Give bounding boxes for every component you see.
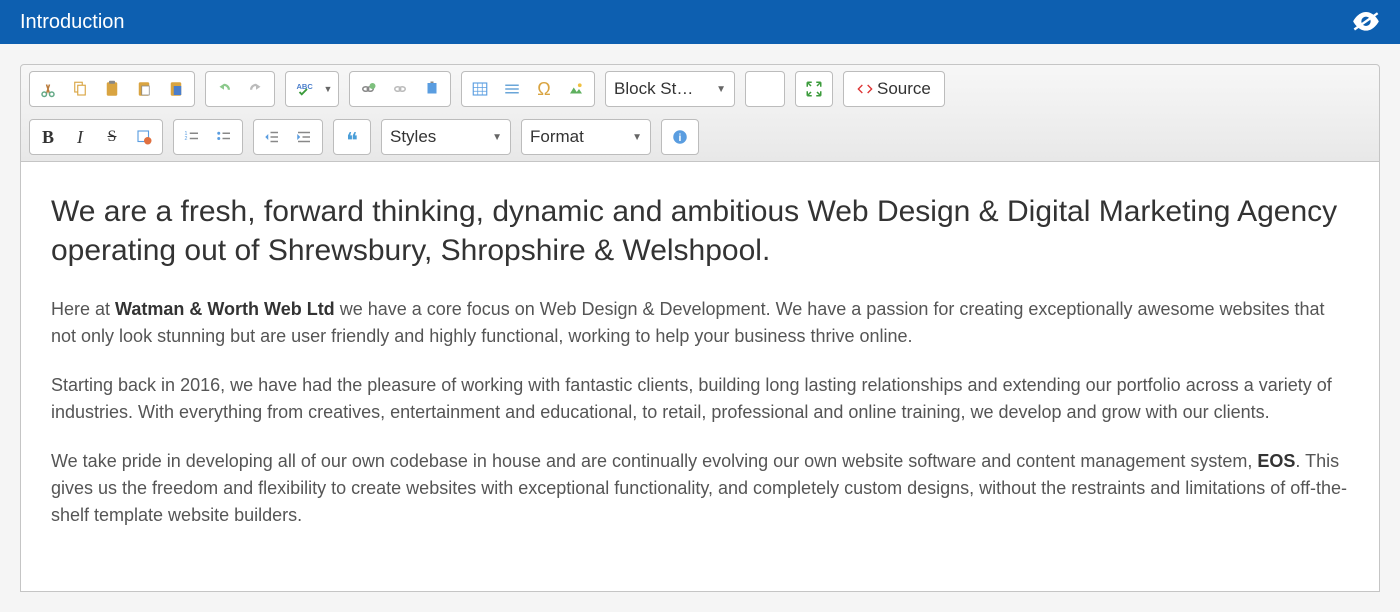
unlink-button[interactable]: [385, 75, 415, 103]
insert-group: Ω: [461, 71, 595, 107]
redo-button[interactable]: [241, 75, 271, 103]
anchor-button[interactable]: [417, 75, 447, 103]
indent-group: [253, 119, 323, 155]
content-paragraph-3: We take pride in developing all of our o…: [51, 448, 1349, 529]
indent-button[interactable]: [289, 123, 319, 151]
list-group: 12: [173, 119, 243, 155]
color-picker[interactable]: [745, 71, 785, 107]
special-char-button[interactable]: Ω: [529, 75, 559, 103]
content-paragraph-2: Starting back in 2016, we have had the p…: [51, 372, 1349, 426]
content-paragraph-1: Here at Watman & Worth Web Ltd we have a…: [51, 296, 1349, 350]
spellcheck-dropdown[interactable]: ▼: [321, 75, 335, 103]
spellcheck-button[interactable]: ABC: [289, 75, 319, 103]
paste-text-button[interactable]: [129, 75, 159, 103]
source-button[interactable]: Source: [847, 75, 941, 103]
panel-title: Introduction: [20, 11, 125, 34]
bold-text: Watman & Worth Web Ltd: [115, 299, 335, 319]
source-label: Source: [877, 79, 931, 99]
numbered-list-button[interactable]: 12: [177, 123, 207, 151]
text-span: We take pride in developing all of our o…: [51, 451, 1257, 471]
copy-button[interactable]: [65, 75, 95, 103]
italic-button[interactable]: I: [65, 123, 95, 151]
bold-text: EOS: [1257, 451, 1295, 471]
format-label: Format: [530, 127, 584, 147]
panel-header: Introduction: [0, 0, 1400, 44]
visibility-toggle-icon[interactable]: [1352, 12, 1380, 32]
svg-text:i: i: [679, 132, 682, 144]
paste-word-button[interactable]: [161, 75, 191, 103]
link-group: [349, 71, 451, 107]
image-button[interactable]: [561, 75, 591, 103]
editor-container: ABC ▼ Ω Block St… ▼ Source: [0, 44, 1400, 612]
clipboard-group: [29, 71, 195, 107]
format-dropdown[interactable]: Format ▼: [521, 119, 651, 155]
table-button[interactable]: [465, 75, 495, 103]
maximize-button[interactable]: [799, 75, 829, 103]
spell-group: ABC ▼: [285, 71, 339, 107]
outdent-button[interactable]: [257, 123, 287, 151]
about-group: i: [661, 119, 699, 155]
undo-group: [205, 71, 275, 107]
bold-button[interactable]: B: [33, 123, 63, 151]
about-button[interactable]: i: [665, 123, 695, 151]
svg-text:2: 2: [185, 136, 188, 142]
editor-toolbar: ABC ▼ Ω Block St… ▼ Source: [20, 64, 1380, 162]
link-button[interactable]: [353, 75, 383, 103]
block-styles-dropdown[interactable]: Block St… ▼: [605, 71, 735, 107]
chevron-down-icon: ▼: [492, 132, 502, 143]
block-styles-label: Block St…: [614, 79, 693, 99]
editor-content[interactable]: We are a fresh, forward thinking, dynami…: [20, 162, 1380, 592]
chevron-down-icon: ▼: [632, 132, 642, 143]
strike-button[interactable]: S: [97, 123, 127, 151]
svg-text:ABC: ABC: [297, 82, 314, 91]
blockquote-button[interactable]: ❝: [337, 123, 367, 151]
bullet-list-button[interactable]: [209, 123, 239, 151]
text-span: Here at: [51, 299, 115, 319]
quote-group: ❝: [333, 119, 371, 155]
text-style-group: B I S: [29, 119, 163, 155]
chevron-down-icon: ▼: [716, 84, 726, 95]
source-group: Source: [843, 71, 945, 107]
hr-button[interactable]: [497, 75, 527, 103]
paste-button[interactable]: [97, 75, 127, 103]
undo-button[interactable]: [209, 75, 239, 103]
styles-dropdown[interactable]: Styles ▼: [381, 119, 511, 155]
maximize-group: [795, 71, 833, 107]
styles-label: Styles: [390, 127, 436, 147]
remove-format-button[interactable]: [129, 123, 159, 151]
content-heading: We are a fresh, forward thinking, dynami…: [51, 192, 1349, 270]
cut-button[interactable]: [33, 75, 63, 103]
